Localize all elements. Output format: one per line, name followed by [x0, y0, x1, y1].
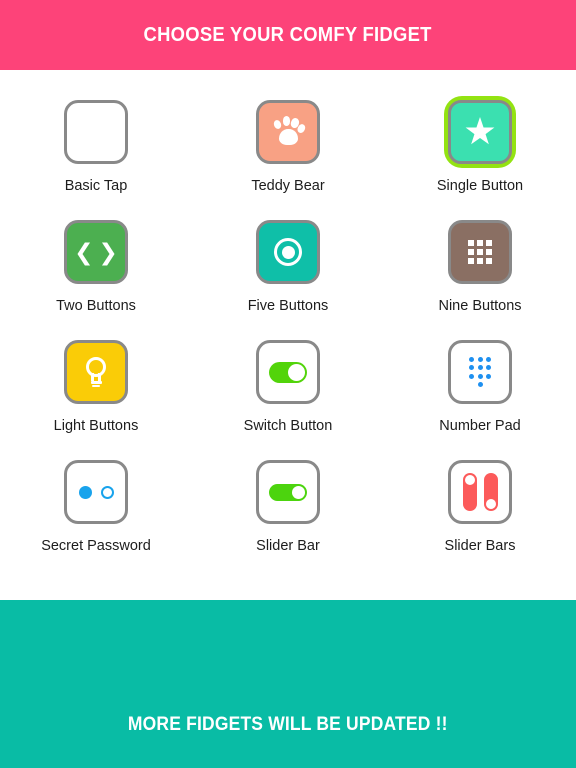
- tile-wrapper: [444, 336, 516, 408]
- fidget-item-secret-password[interactable]: Secret Password: [21, 456, 171, 576]
- tile-wrapper: [444, 216, 516, 288]
- fidget-label: Teddy Bear: [251, 178, 325, 194]
- fidget-item-slider-bar[interactable]: Slider Bar: [213, 456, 363, 576]
- fidget-item-single-button[interactable]: Single Button: [405, 96, 555, 216]
- lightbulb-icon: [84, 357, 108, 387]
- fidget-label: Two Buttons: [56, 298, 136, 314]
- tile-wrapper: [60, 456, 132, 528]
- fidget-tile[interactable]: [448, 220, 512, 284]
- fidget-tile[interactable]: [64, 100, 128, 164]
- toggle-switch-icon: [269, 361, 307, 383]
- fidget-item-nine-buttons[interactable]: Nine Buttons: [405, 216, 555, 336]
- tile-wrapper: [60, 336, 132, 408]
- tile-wrapper: [252, 456, 324, 528]
- fidget-tile[interactable]: [448, 340, 512, 404]
- chevron-left-right-icon: ❮ ❯: [74, 238, 118, 265]
- fidget-grid: Basic Tap Teddy Bear Single Button ❮ ❯ T…: [0, 70, 576, 600]
- footer-message: MORE FIDGETS WILL BE UPDATED !!: [128, 714, 448, 735]
- fidget-item-teddy-bear[interactable]: Teddy Bear: [213, 96, 363, 216]
- fidget-tile[interactable]: [64, 340, 128, 404]
- fidget-item-slider-bars[interactable]: Slider Bars: [405, 456, 555, 576]
- circle-target-icon: [274, 238, 302, 266]
- app-header: CHOOSE YOUR COMFY FIDGET: [0, 0, 576, 70]
- horizontal-slider-icon: [269, 483, 307, 501]
- fidget-label: Five Buttons: [247, 298, 329, 314]
- tile-wrapper-selected: [444, 96, 516, 168]
- fidget-label: Number Pad: [439, 418, 521, 434]
- fidget-item-light-buttons[interactable]: Light Buttons: [21, 336, 171, 456]
- fidget-tile[interactable]: ❮ ❯: [64, 220, 128, 284]
- fidget-tile[interactable]: [256, 100, 320, 164]
- fidget-tile[interactable]: [256, 340, 320, 404]
- star-icon: [465, 117, 495, 145]
- password-dots-icon: [78, 485, 114, 499]
- fidget-label: Secret Password: [41, 538, 151, 554]
- fidget-tile[interactable]: [256, 220, 320, 284]
- tile-wrapper: [252, 96, 324, 168]
- tile-wrapper: ❮ ❯: [60, 216, 132, 288]
- fidget-label: Slider Bars: [444, 538, 516, 554]
- fidget-item-switch-button[interactable]: Switch Button: [213, 336, 363, 456]
- tile-wrapper: [444, 456, 516, 528]
- fidget-label: Switch Button: [243, 418, 333, 434]
- number-pad-dots-icon: [469, 356, 491, 388]
- tile-wrapper: [60, 96, 132, 168]
- fidget-item-five-buttons[interactable]: Five Buttons: [213, 216, 363, 336]
- fidget-tile[interactable]: [256, 460, 320, 524]
- fidget-item-basic-tap[interactable]: Basic Tap: [21, 96, 171, 216]
- tile-wrapper: [252, 216, 324, 288]
- fidget-label: Basic Tap: [64, 178, 128, 194]
- fidget-tile[interactable]: [64, 460, 128, 524]
- tile-wrapper: [252, 336, 324, 408]
- fidget-tile[interactable]: [448, 100, 512, 164]
- fidget-label: Nine Buttons: [438, 298, 522, 314]
- fidget-item-number-pad[interactable]: Number Pad: [405, 336, 555, 456]
- paw-print-icon: [271, 116, 307, 148]
- fidget-label: Light Buttons: [53, 418, 139, 434]
- app-footer-banner: MORE FIDGETS WILL BE UPDATED !!: [0, 600, 576, 768]
- fidget-tile[interactable]: [448, 460, 512, 524]
- vertical-sliders-icon: [462, 473, 498, 511]
- fidget-label: Single Button: [436, 178, 524, 194]
- grid-nine-icon: [468, 240, 492, 264]
- page-title: CHOOSE YOUR COMFY FIDGET: [143, 23, 433, 46]
- fidget-label: Slider Bar: [256, 538, 320, 554]
- fidget-item-two-buttons[interactable]: ❮ ❯ Two Buttons: [21, 216, 171, 336]
